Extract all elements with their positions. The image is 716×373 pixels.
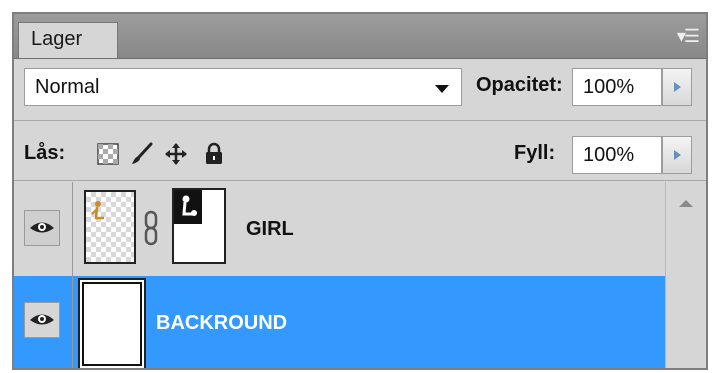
- layer-thumbnail[interactable]: [82, 282, 142, 366]
- opacity-slider-button[interactable]: [662, 68, 692, 106]
- layer-thumbnail[interactable]: [84, 190, 136, 264]
- scroll-up-arrow-icon[interactable]: [679, 200, 693, 207]
- chevron-down-icon: [435, 85, 449, 93]
- fill-slider-button[interactable]: [662, 136, 692, 174]
- blend-row: Normal Opacitet: 100%: [14, 60, 706, 116]
- lock-image-pixels-icon[interactable]: [130, 142, 154, 166]
- eye-icon: [30, 222, 54, 233]
- eye-icon: [30, 314, 54, 325]
- lock-all-icon[interactable]: [202, 142, 226, 166]
- chain-link-icon[interactable]: [142, 210, 160, 246]
- opacity-input[interactable]: 100%: [572, 68, 662, 106]
- divider: [14, 180, 706, 181]
- divider: [72, 276, 73, 368]
- panel-menu-icon[interactable]: ▾☰: [677, 26, 700, 47]
- girl-silhouette-icon: [182, 195, 197, 216]
- tab-lager[interactable]: Lager: [18, 22, 118, 58]
- lock-position-icon[interactable]: [164, 142, 188, 166]
- lock-label: Lås:: [24, 142, 66, 164]
- visibility-toggle[interactable]: [24, 210, 60, 246]
- scrollbar[interactable]: [665, 182, 706, 368]
- layer-row-backround[interactable]: BACKROUND: [14, 276, 666, 368]
- girl-figure-icon: [91, 201, 104, 220]
- opacity-label: Opacitet:: [476, 74, 563, 96]
- panel-tab-bar: Lager ▾☰: [14, 14, 706, 59]
- divider: [14, 120, 706, 121]
- blend-mode-select[interactable]: Normal: [24, 68, 462, 106]
- layers-panel: Lager ▾☰ Normal Opacitet: 100% Lås: Fyll…: [12, 12, 708, 370]
- visibility-toggle[interactable]: [24, 302, 60, 338]
- layer-name[interactable]: BACKROUND: [156, 312, 287, 335]
- divider: [72, 182, 73, 276]
- fill-label: Fyll:: [514, 142, 556, 164]
- mask-black-area: [174, 190, 202, 224]
- layer-name[interactable]: GIRL: [246, 218, 294, 241]
- lock-row: Lås: Fyll: 100%: [14, 124, 706, 180]
- layer-row-girl[interactable]: GIRL: [14, 182, 666, 276]
- lock-transparent-pixels-icon[interactable]: [96, 142, 120, 166]
- layers-list: GIRL BACKROUND: [14, 182, 706, 368]
- fill-input[interactable]: 100%: [572, 136, 662, 174]
- layer-mask-thumbnail[interactable]: [172, 188, 226, 264]
- blend-mode-value: Normal: [35, 76, 100, 98]
